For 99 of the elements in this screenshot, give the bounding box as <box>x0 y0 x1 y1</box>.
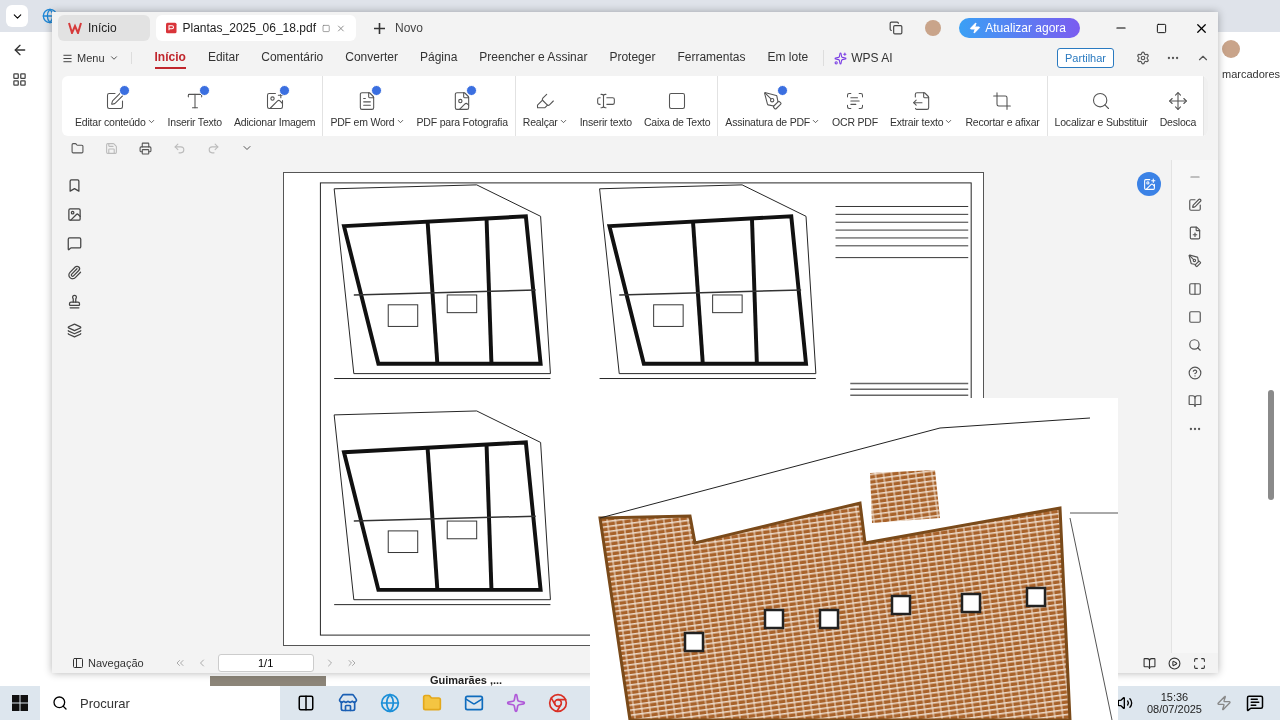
save-icon <box>104 141 118 155</box>
window-icon <box>321 22 331 34</box>
toolbar-button[interactable]: Extrair texto <box>883 82 960 130</box>
edit-icon[interactable] <box>1188 198 1202 212</box>
tool-icon <box>667 90 688 111</box>
notifications-icon[interactable] <box>1246 694 1264 712</box>
tool-icon <box>264 90 285 111</box>
panel-icon <box>72 657 84 669</box>
mail-icon <box>464 693 484 713</box>
help-icon[interactable] <box>1188 366 1202 380</box>
toolbar-button[interactable]: Desloca <box>1153 82 1203 130</box>
folder-icon <box>422 693 442 713</box>
clock-time: 15:36 <box>1160 691 1189 703</box>
page-number-field[interactable]: 1/1 <box>217 654 314 672</box>
toolbar-button[interactable]: Caixa de Texto <box>637 82 717 130</box>
apps-grid-icon[interactable] <box>12 72 27 87</box>
upgrade-button[interactable]: Atualizar agora <box>959 18 1080 38</box>
play-icon[interactable] <box>1168 656 1181 670</box>
sparkle-icon <box>834 51 848 65</box>
sparkle-icon <box>506 693 526 713</box>
dropdown-button[interactable] <box>6 5 28 27</box>
tool-icon <box>845 90 865 111</box>
menu-button[interactable]: Menu <box>62 52 132 64</box>
toolbar-button[interactable]: PDF em Word <box>324 82 411 130</box>
copy-icon[interactable] <box>889 21 904 35</box>
ribbon-tab[interactable]: Página <box>419 47 458 69</box>
clock[interactable]: 15:36 08/07/2025 <box>1146 691 1202 715</box>
toolbar-button[interactable]: Inserir Texto <box>161 82 228 130</box>
tool-icon <box>762 90 783 111</box>
ribbon-tab[interactable]: Converter <box>345 47 398 69</box>
folder-icon <box>70 141 84 155</box>
image-icon[interactable] <box>66 207 82 222</box>
search-icon[interactable] <box>1188 338 1202 352</box>
toolbar-button[interactable]: Localizar e Substituir <box>1048 82 1154 130</box>
maximize-icon <box>1155 22 1167 34</box>
tool-icon <box>105 90 126 111</box>
comment-icon[interactable] <box>66 236 82 251</box>
chrome-icon <box>548 693 568 713</box>
pen-icon[interactable] <box>1188 254 1202 268</box>
windows-logo-icon <box>12 695 28 711</box>
columns-icon[interactable] <box>1188 282 1202 296</box>
bolt-icon <box>969 22 982 34</box>
stamp-icon[interactable] <box>66 294 82 309</box>
menu-icon <box>62 52 73 64</box>
floating-tool-button[interactable] <box>1137 172 1161 196</box>
browser-icon <box>380 693 400 713</box>
toolbar-button[interactable]: Adicionar Imagem <box>227 82 322 130</box>
ribbon-tab[interactable]: Em lote <box>767 47 809 69</box>
share-button[interactable]: Partilhar <box>1057 48 1114 68</box>
toolbar-button[interactable]: OCR PDF <box>826 82 884 130</box>
undo-icon <box>172 141 186 155</box>
navigation-button[interactable]: Navegação <box>66 656 150 670</box>
plus-icon <box>374 22 385 34</box>
ribbon-tab[interactable]: Ferramentas <box>677 47 746 69</box>
scrollbar-thumb[interactable] <box>1268 390 1274 500</box>
ribbon-tab[interactable]: Comentário <box>261 47 324 69</box>
ribbon-tab[interactable]: Editar <box>207 47 240 69</box>
ribbon-tab[interactable]: Proteger <box>609 47 656 69</box>
redo-icon <box>206 141 220 155</box>
printer-icon <box>138 141 152 155</box>
image-icon <box>1142 177 1156 191</box>
pdf-file-icon <box>166 21 177 35</box>
tray-app-icon[interactable] <box>1216 695 1232 711</box>
reading-mode-icon[interactable] <box>1143 656 1156 670</box>
paperclip-icon[interactable] <box>66 265 82 280</box>
bookmark-icon[interactable] <box>66 178 82 193</box>
tool-icon <box>1091 90 1112 111</box>
clock-date: 08/07/2025 <box>1146 703 1202 715</box>
file-icon[interactable] <box>1188 226 1202 240</box>
document-tab[interactable]: Início <box>58 15 150 41</box>
toolbar-button[interactable]: PDF para Fotografia <box>410 82 514 130</box>
settings-icon <box>1136 51 1150 65</box>
frame-icon[interactable] <box>1188 310 1202 324</box>
book-icon[interactable] <box>1188 394 1202 408</box>
toolbar-button[interactable]: Inserir texto <box>573 82 638 130</box>
bookmarks-label[interactable]: marcadores <box>1222 68 1280 80</box>
tool-icon <box>911 90 932 111</box>
result-caption: Guimarães ,... <box>430 674 503 686</box>
toolbar-button[interactable]: Assinatura de PDF <box>719 82 827 130</box>
wps-logo-icon <box>68 22 82 34</box>
volume-icon[interactable] <box>1116 695 1133 711</box>
back-icon[interactable] <box>12 42 28 58</box>
chevron-down-icon <box>108 53 119 63</box>
store-icon <box>338 693 358 713</box>
ribbon-tab[interactable]: Início <box>154 47 186 69</box>
toolbar-button[interactable]: Realçar <box>516 82 574 130</box>
layers-icon[interactable] <box>66 323 82 338</box>
tool-icon <box>992 90 1013 111</box>
ribbon-tab[interactable]: Preencher e Assinar <box>479 47 588 69</box>
fullscreen-icon[interactable] <box>1193 656 1206 670</box>
new-tab-button[interactable]: Novo <box>368 20 429 36</box>
toolbar-button[interactable]: Recortar e afixar <box>959 82 1046 130</box>
tool-icon <box>1167 90 1188 111</box>
ai-tab[interactable]: WPS AI <box>823 50 899 66</box>
search-field[interactable]: Procurar <box>40 686 280 720</box>
document-tab[interactable]: Plantas_2025_06_18.pdf <box>156 15 356 41</box>
search-icon <box>52 695 68 711</box>
toolbar-button[interactable]: Editar conteúdo <box>69 82 162 130</box>
task-view-icon <box>297 694 315 712</box>
